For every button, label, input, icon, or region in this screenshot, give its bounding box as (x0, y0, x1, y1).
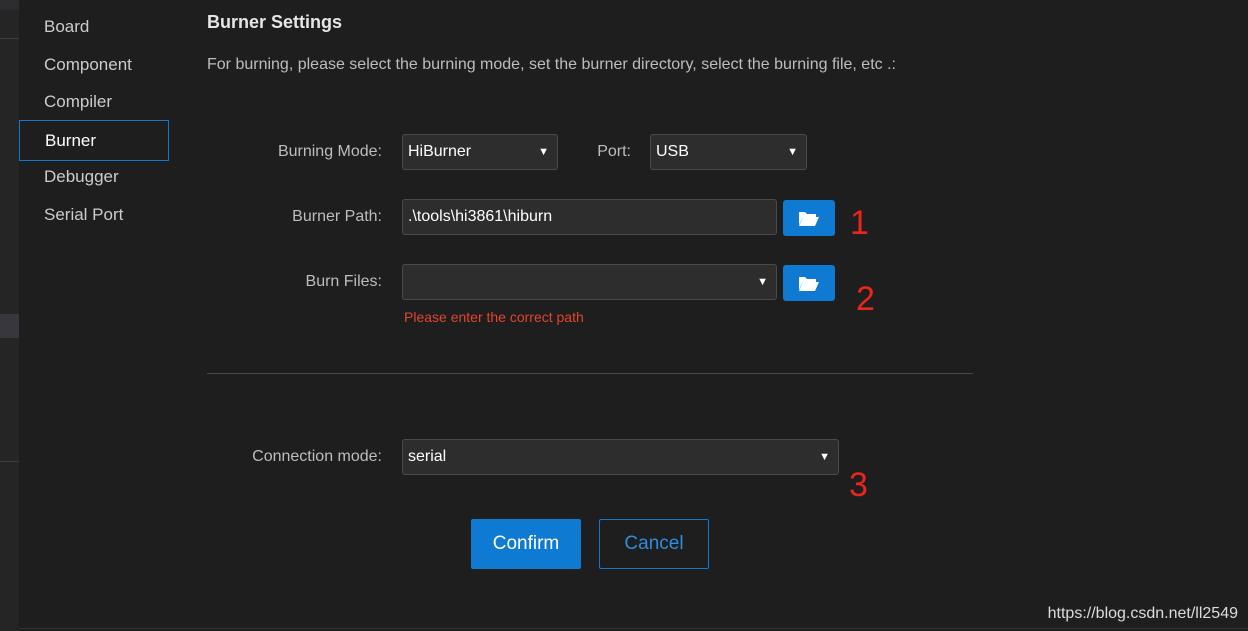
folder-open-icon (799, 277, 819, 291)
page-description: For burning, please select the burning m… (207, 56, 896, 73)
section-divider (207, 373, 973, 374)
burner-path-input[interactable]: .\tools\hi3861\hiburn (402, 199, 777, 235)
activity-bar (0, 0, 19, 631)
nav-item-serial-port[interactable]: Serial Port (19, 196, 167, 234)
chevron-down-icon: ▼ (819, 451, 830, 463)
annotation-3: 3 (849, 466, 868, 504)
nav-item-compiler[interactable]: Compiler (19, 83, 167, 121)
burn-files-browse-button[interactable] (783, 265, 835, 301)
burn-files-label: Burn Files: (305, 273, 382, 290)
activity-bar-top (0, 0, 19, 10)
chevron-down-icon: ▼ (787, 146, 798, 158)
chevron-down-icon: ▼ (757, 276, 768, 288)
burner-path-label: Burner Path: (292, 208, 382, 225)
port-value: USB (656, 143, 689, 160)
connection-mode-select[interactable]: serial ▼ (402, 439, 839, 475)
burning-mode-value: HiBurner (408, 143, 472, 160)
activity-bar-highlight (0, 314, 19, 338)
settings-panel: Board Component Compiler Burner Debugger… (19, 0, 1248, 631)
activity-bar-divider (0, 38, 19, 39)
nav-item-debugger[interactable]: Debugger (19, 158, 167, 196)
watermark: https://blog.csdn.net/ll2549 (1047, 605, 1238, 622)
cancel-button[interactable]: Cancel (599, 519, 709, 569)
burner-path-value: .\tools\hi3861\hiburn (408, 208, 553, 225)
confirm-button[interactable]: Confirm (471, 519, 581, 569)
burn-files-error: Please enter the correct path (404, 309, 584, 325)
nav-item-board[interactable]: Board (19, 8, 167, 46)
burning-mode-select[interactable]: HiBurner ▼ (402, 134, 558, 170)
port-select[interactable]: USB ▼ (650, 134, 807, 170)
burn-files-select[interactable]: ▼ (402, 264, 777, 300)
nav-item-burner[interactable]: Burner (19, 120, 169, 161)
connection-mode-label: Connection mode: (252, 448, 382, 465)
bottom-border (19, 628, 1248, 629)
burning-mode-label: Burning Mode: (277, 143, 382, 160)
port-label: Port: (597, 143, 631, 160)
burner-path-browse-button[interactable] (783, 200, 835, 236)
annotation-1: 1 (850, 204, 869, 242)
connection-mode-value: serial (408, 448, 447, 465)
page-title: Burner Settings (207, 12, 343, 32)
nav-item-component[interactable]: Component (19, 46, 167, 84)
folder-open-icon (799, 212, 819, 226)
activity-bar-divider (0, 461, 19, 462)
annotation-2: 2 (856, 280, 875, 318)
chevron-down-icon: ▼ (538, 146, 549, 158)
